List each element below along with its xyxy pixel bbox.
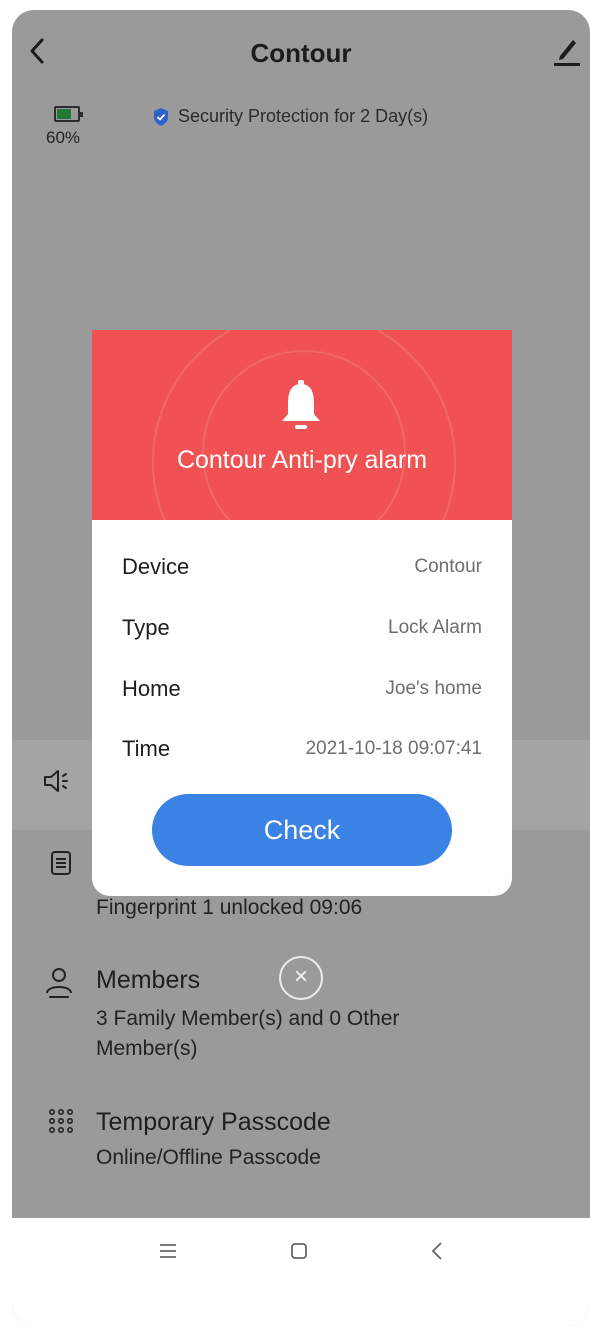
detail-label: Type bbox=[122, 615, 170, 640]
detail-row-device: Device Contour bbox=[122, 554, 482, 584]
detail-value: Lock Alarm bbox=[388, 617, 482, 638]
members-subtitle: 3 Family Member(s) and 0 Other Member(s) bbox=[96, 1007, 400, 1060]
detail-value: Contour bbox=[414, 556, 482, 577]
home-icon[interactable] bbox=[290, 1242, 308, 1260]
bell-icon bbox=[282, 380, 320, 429]
system-nav-bar bbox=[12, 1218, 590, 1326]
speaker-icon bbox=[44, 770, 68, 792]
back-nav-icon[interactable] bbox=[430, 1240, 444, 1262]
members-title[interactable]: Members bbox=[96, 966, 200, 995]
detail-label: Home bbox=[122, 676, 181, 701]
members-icon bbox=[46, 968, 72, 998]
battery-percent: 60% bbox=[46, 128, 81, 147]
battery-icon bbox=[54, 106, 83, 122]
detail-row-type: Type Lock Alarm bbox=[122, 615, 482, 645]
menu-icon[interactable] bbox=[158, 1242, 178, 1260]
alarm-header: Contour Anti-pry alarm bbox=[92, 330, 512, 520]
header: Contour bbox=[12, 10, 590, 98]
alarm-dialog: Contour Anti-pry alarm Device Contour Ty… bbox=[92, 330, 512, 896]
alarm-title: Contour Anti-pry alarm bbox=[176, 446, 428, 474]
detail-label: Time bbox=[122, 736, 171, 761]
log-icon[interactable] bbox=[50, 850, 72, 876]
detail-value: Joe's home bbox=[385, 678, 482, 699]
security-status: Security Protection for 2 Day(s) bbox=[152, 106, 428, 127]
security-text: Security Protection for 2 Day(s) bbox=[178, 106, 429, 126]
detail-label: Device bbox=[122, 554, 190, 579]
passcode-title[interactable]: Temporary Passcode bbox=[96, 1108, 331, 1137]
battery-status: 60% bbox=[46, 106, 96, 148]
keypad-icon bbox=[48, 1108, 73, 1133]
passcode-subtitle: Online/Offline Passcode bbox=[96, 1146, 321, 1169]
detail-value: 2021-10-18 09:07:41 bbox=[305, 738, 482, 759]
page-title: Contour bbox=[250, 38, 352, 68]
check-button[interactable]: Check bbox=[152, 794, 452, 866]
detail-row-time: Time 2021-10-18 09:07:41 bbox=[122, 736, 482, 766]
log-subtitle: Fingerprint 1 unlocked 09:06 bbox=[96, 896, 363, 919]
pencil-icon[interactable] bbox=[552, 34, 582, 68]
shield-icon bbox=[154, 107, 168, 126]
close-dialog-button[interactable]: × bbox=[279, 956, 323, 1000]
detail-row-home: Home Joe's home bbox=[122, 676, 482, 706]
